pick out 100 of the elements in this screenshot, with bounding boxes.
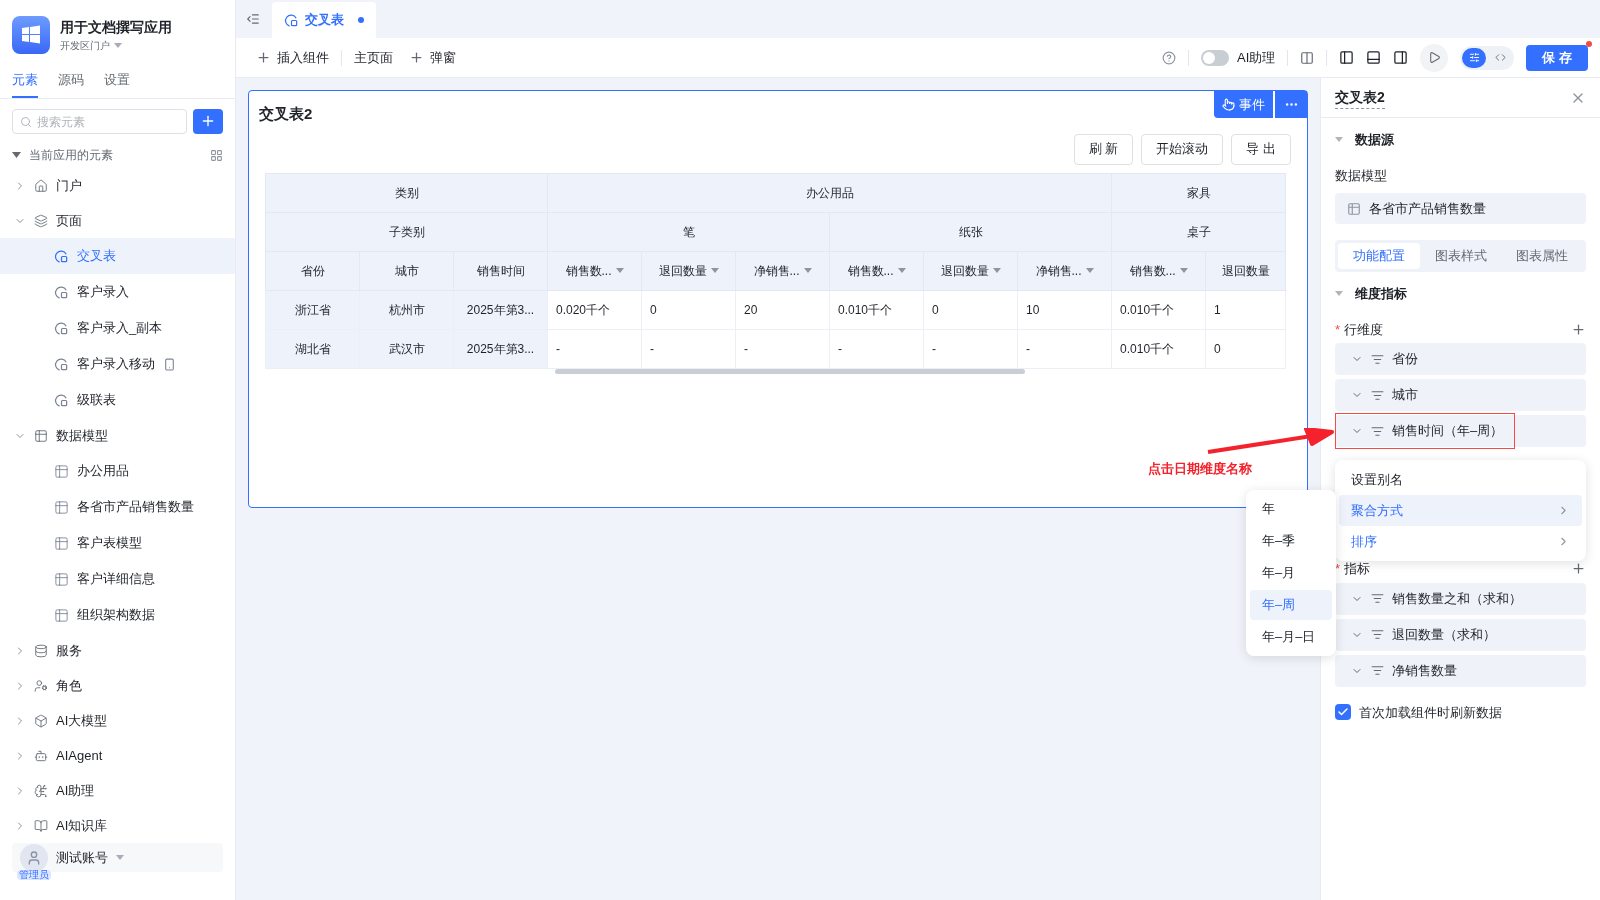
table-cell: - (735, 329, 830, 368)
column-header[interactable]: 净销售... (735, 251, 830, 290)
expand-caret-icon[interactable] (1335, 136, 1343, 143)
plus-icon[interactable] (1571, 321, 1586, 337)
tree-item[interactable]: 客户表模型 (0, 525, 235, 562)
grid-icon[interactable] (210, 148, 223, 162)
tree-item[interactable]: 级联表 (0, 382, 235, 419)
left-panel-icon[interactable] (1339, 50, 1355, 65)
tree-item[interactable]: 客户录入 (0, 274, 235, 311)
menu-item[interactable]: 设置别名 (1339, 464, 1582, 495)
scrollbar[interactable] (555, 368, 1025, 374)
dimension-item[interactable]: 销售数量之和（求和） (1335, 582, 1586, 615)
dimension-item[interactable]: 销售时间（年–周） (1335, 415, 1586, 447)
event-button[interactable]: 事件 (1214, 91, 1273, 118)
caret-icon (114, 42, 122, 49)
preview-button[interactable] (1420, 43, 1449, 72)
editor-tab[interactable]: 交叉表 (272, 2, 376, 38)
config-tab[interactable]: 图表属性 (1501, 243, 1583, 269)
dimension-item[interactable]: 省份 (1335, 343, 1586, 375)
menu-item[interactable]: 年–季 (1250, 526, 1332, 556)
tree-item[interactable]: 服务 (0, 633, 235, 669)
tree-item[interactable]: 门户 (0, 168, 235, 204)
card-title: 交叉表2 (258, 104, 314, 124)
toolbar-button[interactable]: 弹窗 (401, 47, 464, 68)
toggle-switch[interactable] (1201, 49, 1230, 66)
tree-item[interactable]: AI大模型 (0, 703, 235, 739)
mode-button[interactable] (1462, 47, 1487, 68)
toolbar-button[interactable]: 插入组件 (248, 47, 337, 68)
sidebar-tab[interactable]: 元素 (12, 70, 38, 98)
menu-item[interactable]: 年–月 (1250, 558, 1332, 588)
tree-item-label: 客户表模型 (77, 534, 142, 553)
tree-item-label: 客户录入移动 (77, 355, 155, 374)
plus-icon (409, 50, 424, 65)
add-button[interactable] (193, 108, 223, 134)
tree-item[interactable]: AI助理 (0, 773, 235, 809)
right-panel-icon[interactable] (1393, 50, 1409, 65)
dimension-item[interactable]: 退回数量（求和） (1335, 618, 1586, 651)
field-label: 指标 (1344, 560, 1371, 578)
tree-item[interactable]: AI知识库 (0, 808, 235, 844)
model-select[interactable]: 各省市产品销售数量 (1335, 193, 1586, 224)
annotation-text: 点击日期维度名称 (1148, 460, 1252, 478)
sliders-icon (1468, 52, 1480, 63)
sidebar-tab[interactable]: 设置 (104, 70, 130, 98)
caret-icon (1085, 267, 1094, 274)
column-header[interactable]: 销售数... (547, 251, 642, 290)
dimension-item[interactable]: 城市 (1335, 379, 1586, 411)
checkbox[interactable] (1335, 704, 1351, 721)
config-tab[interactable]: 功能配置 (1338, 243, 1420, 269)
tree-item[interactable]: 办公用品 (0, 453, 235, 490)
action-button[interactable]: 开始滚动 (1141, 133, 1224, 165)
column-header[interactable]: 退回数量 (641, 251, 736, 290)
header-cell: 办公用品 (547, 173, 1112, 212)
sidebar-tab[interactable]: 源码 (58, 70, 84, 98)
column-header[interactable]: 销售数... (1111, 251, 1206, 290)
header-cell: 桌子 (1111, 212, 1286, 251)
tree-item[interactable]: 数据模型 (0, 418, 235, 454)
pages-icon (34, 213, 48, 228)
help-icon[interactable] (1162, 50, 1177, 65)
tree-item[interactable]: 各省市产品销售数量 (0, 489, 235, 526)
menu-item[interactable]: 年–月–日 (1250, 622, 1332, 652)
menu-item[interactable]: 聚合方式 (1339, 495, 1582, 526)
tree-item[interactable]: 角色 (0, 668, 235, 704)
collapse-icon[interactable] (246, 12, 260, 26)
more-button[interactable] (1275, 91, 1307, 118)
tree-item[interactable]: 客户录入移动 (0, 346, 235, 383)
table-cell: 10 (1017, 290, 1112, 329)
field-icon (1371, 424, 1384, 438)
person-icon (26, 849, 42, 866)
portal-dropdown[interactable]: 开发区门户 (60, 38, 172, 53)
tree-item[interactable]: 交叉表 (0, 238, 235, 275)
toolbar-button[interactable]: 主页面 (346, 47, 401, 68)
layout-icon[interactable] (1300, 50, 1315, 65)
config-tab[interactable]: 图表样式 (1419, 243, 1502, 269)
dimension-item[interactable]: 净销售数量 (1335, 654, 1586, 687)
expand-caret-icon[interactable] (1335, 290, 1343, 297)
page-icon (54, 392, 69, 408)
column-header[interactable]: 退回数量 (923, 251, 1018, 290)
section-heading: 数据源 (1355, 131, 1394, 149)
table-cell: 0.010千个 (1111, 290, 1206, 329)
tree-item[interactable]: AIAgent (0, 738, 235, 774)
tree-item[interactable]: 组织架构数据 (0, 597, 235, 634)
action-button[interactable]: 刷 新 (1073, 133, 1134, 165)
column-header[interactable]: 净销售... (1017, 251, 1112, 290)
page-icon (54, 284, 69, 300)
column-header: 销售时间 (453, 251, 548, 290)
tree-item-label: 各省市产品销售数量 (77, 498, 194, 517)
tree-item[interactable]: 客户详细信息 (0, 561, 235, 598)
column-header[interactable]: 销售数... (829, 251, 924, 290)
models-icon (34, 428, 48, 443)
header-cell: 子类别 (265, 212, 548, 251)
menu-item[interactable]: 年–周 (1250, 590, 1332, 620)
dimension-label: 省份 (1392, 350, 1418, 369)
plus-icon[interactable] (1571, 561, 1586, 577)
tree-item[interactable]: 页面 (0, 203, 235, 239)
page-icon (54, 356, 69, 372)
search-field[interactable]: 搜索元素 (12, 109, 187, 134)
bottom-panel-icon[interactable] (1366, 50, 1382, 65)
menu-item[interactable]: 排序 (1339, 526, 1582, 557)
action-button[interactable]: 导 出 (1231, 133, 1291, 165)
tree-item[interactable]: 客户录入_副本 (0, 310, 235, 347)
